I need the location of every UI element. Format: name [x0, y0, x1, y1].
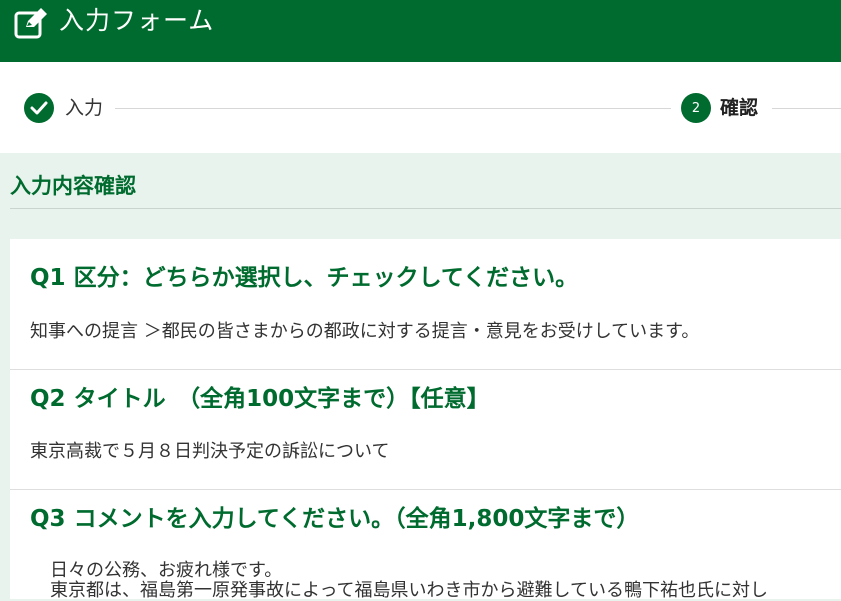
section-title: 入力内容確認 [10, 174, 136, 198]
question-2-answer: 東京高裁で５月８日判決予定の訴訟について [30, 441, 390, 462]
question-1-answer: 知事への提言 ＞都民の皆さまからの都政に対する提言・意見をお受けしています。 [30, 321, 700, 342]
comment-line: 東京都は、福島第一原発事故によって福島県いわき市から避難している鴨下祐也氏に対し [50, 580, 769, 601]
question-2-title: Q2 タイトル （全角100文字まで）【任意】 [30, 386, 490, 412]
step-label-input: 入力 [65, 97, 104, 119]
progress-steps: 入力 2 確認 [0, 62, 841, 153]
step-done-indicator [24, 93, 54, 123]
section-divider [10, 208, 841, 209]
step-connector [115, 108, 671, 109]
question-divider [10, 369, 841, 370]
check-icon [30, 101, 48, 115]
header-title: 入力フォーム [59, 6, 215, 35]
question-3-answer: 日々の公務、お疲れ様です。 東京都は、福島第一原発事故によって福島県いわき市から… [50, 561, 768, 601]
step-connector-trailing [772, 108, 841, 109]
app-header: 入力フォーム [0, 0, 841, 62]
edit-icon [14, 8, 47, 39]
question-divider [10, 489, 841, 490]
question-3-title: Q3 コメントを入力してください。（全角1,800文字まで） [30, 506, 640, 532]
comment-line: 日々の公務、お疲れ様です。 [50, 560, 283, 581]
step-label-confirm: 確認 [720, 97, 759, 119]
question-1-title: Q1 区分：どちらか選択し、チェックしてください。 [30, 265, 579, 291]
confirmation-card: Q1 区分：どちらか選択し、チェックしてください。 知事への提言 ＞都民の皆さま… [10, 239, 841, 601]
step-number-confirm: 2 [681, 93, 711, 123]
